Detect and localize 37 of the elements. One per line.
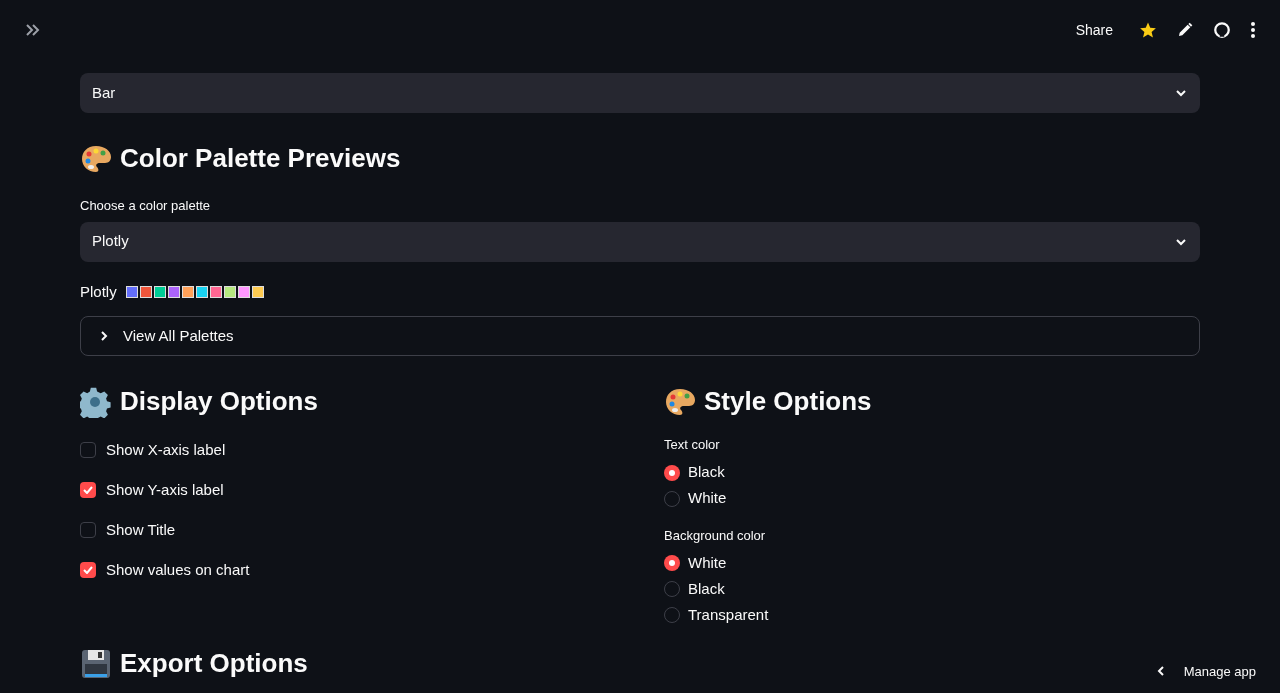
palette-icon [664, 386, 696, 417]
palette-icon [80, 143, 112, 174]
radio-label[interactable]: Black [688, 577, 725, 601]
share-button[interactable]: Share [1075, 19, 1113, 41]
checkbox-label[interactable]: Show Title [106, 518, 176, 542]
palette-select[interactable]: Plotly [80, 221, 1200, 262]
radio-button[interactable] [664, 555, 680, 571]
gear-icon [80, 385, 112, 418]
palettes-expander[interactable]: View All Palettes [80, 316, 1200, 356]
chart-type-select[interactable]: Bar [80, 73, 1200, 113]
checkmark-icon [83, 566, 93, 574]
checkbox[interactable] [80, 442, 96, 458]
manage-app-button[interactable]: Manage app [1153, 661, 1256, 681]
expand-sidebar-icon[interactable] [25, 23, 41, 37]
checkmark-icon [83, 486, 93, 494]
checkbox[interactable] [80, 522, 96, 538]
section-heading: Style Options [704, 385, 872, 418]
checkbox[interactable] [80, 482, 96, 498]
radio-group-label: Background color [664, 526, 767, 545]
checkbox-label[interactable]: Show X-axis label [106, 438, 226, 462]
more-options-icon[interactable] [1251, 22, 1255, 38]
checkbox-label[interactable]: Show Y-axis label [106, 478, 224, 502]
radio-group-label: Text color [664, 436, 721, 454]
palette-name: Plotly [80, 281, 117, 302]
section-heading: Display Options [120, 385, 318, 418]
radio-label[interactable]: White [688, 551, 727, 575]
star-icon[interactable] [1139, 21, 1157, 39]
checkbox-label[interactable]: Show values on chart [106, 558, 250, 582]
checkbox[interactable] [80, 562, 96, 578]
field-label: Choose a color palette [80, 197, 212, 215]
radio-button[interactable] [664, 464, 680, 481]
pencil-icon[interactable] [1177, 22, 1193, 38]
radio-label[interactable]: Black [688, 461, 725, 484]
section-heading: Export Options [120, 647, 308, 680]
radio-label[interactable]: Transparent [688, 603, 769, 627]
radio-label[interactable]: White [688, 487, 727, 510]
section-heading: Color Palette Previews [120, 142, 401, 175]
